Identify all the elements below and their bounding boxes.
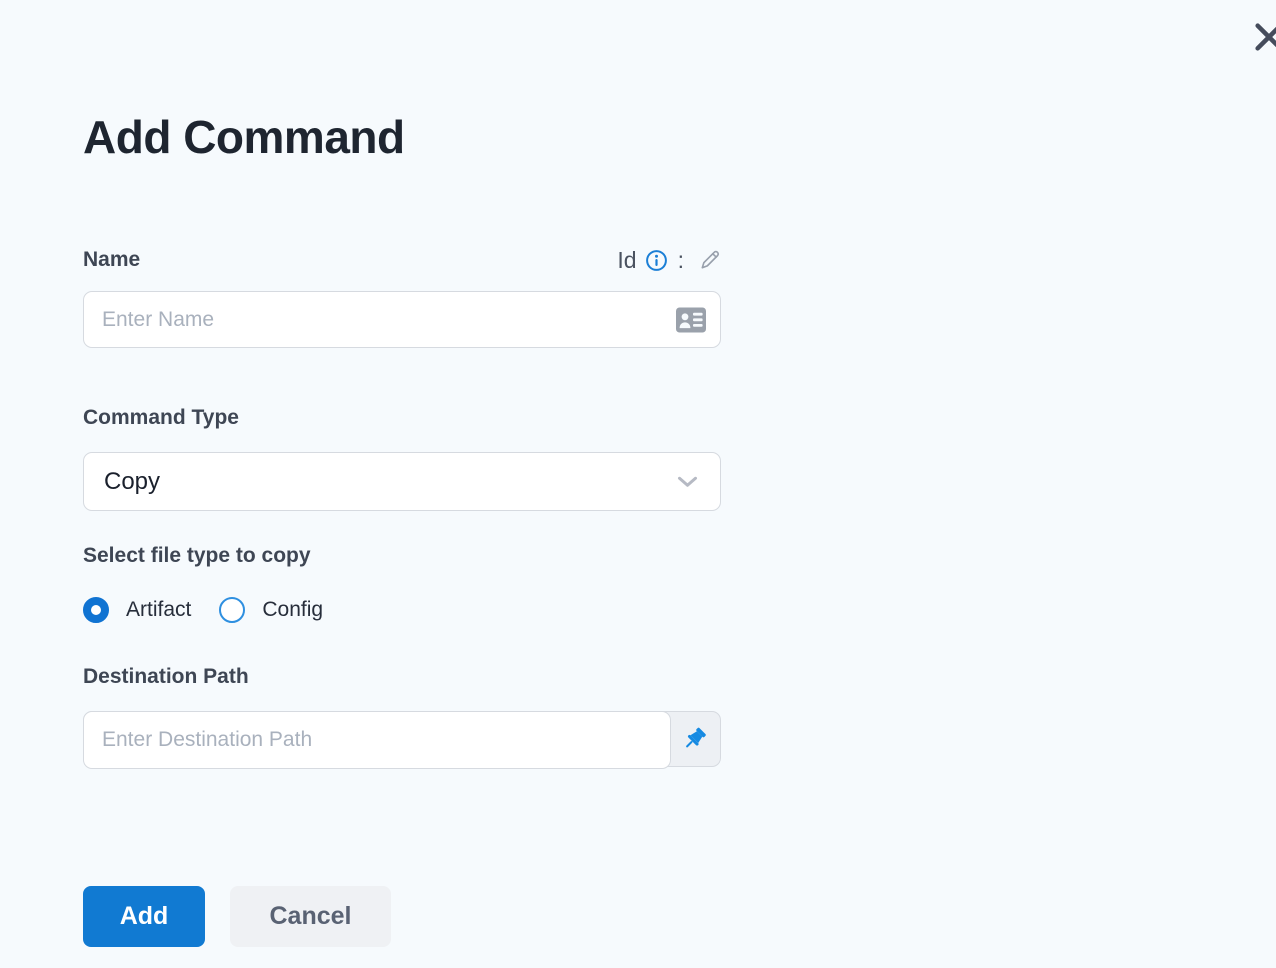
destination-path-input[interactable] [83,711,671,769]
id-separator: : [677,246,684,273]
name-field-container [83,291,721,348]
radio-artifact-selected-icon[interactable] [83,597,109,623]
destination-path-field-container [83,711,721,769]
id-label: Id [617,246,637,273]
info-icon[interactable] [645,249,668,272]
close-button[interactable] [1252,20,1276,54]
cancel-button[interactable]: Cancel [230,886,391,947]
page-title: Add Command [83,111,405,163]
chevron-down-icon [677,475,698,488]
command-type-value: Copy [104,467,161,495]
radio-config-unselected-icon[interactable] [219,597,246,623]
file-type-radio-group: Artifact Config [83,595,323,625]
name-label: Name [83,248,141,271]
radio-option-config[interactable]: Config [219,597,323,623]
name-label-row: Name Id : [83,244,721,276]
contact-card-icon [676,307,706,332]
action-button-row: Add Cancel [83,886,391,947]
close-icon [1252,23,1276,58]
radio-option-artifact[interactable]: Artifact [83,597,191,623]
add-button[interactable]: Add [83,886,205,947]
id-group: Id : [617,247,721,274]
command-type-select[interactable]: Copy [83,452,721,511]
file-type-label: Select file type to copy [83,544,311,567]
edit-pencil-icon[interactable] [698,249,721,272]
radio-artifact-label: Artifact [126,598,192,621]
destination-path-label: Destination Path [83,665,249,688]
name-input[interactable] [84,292,720,347]
command-type-label: Command Type [83,406,239,429]
radio-config-label: Config [262,598,324,621]
pushpin-icon[interactable] [681,726,708,753]
